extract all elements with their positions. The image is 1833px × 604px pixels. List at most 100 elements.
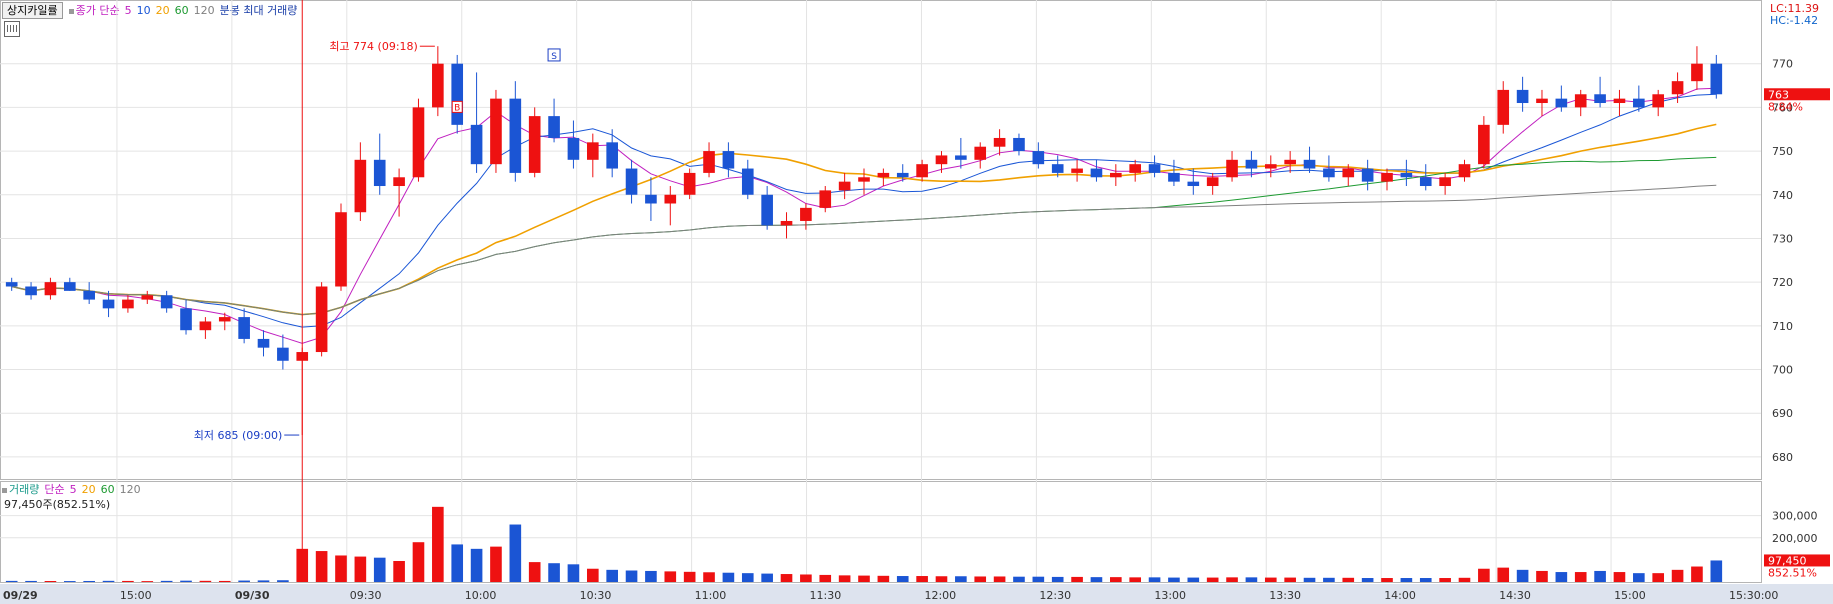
candle-body — [1342, 168, 1355, 178]
candle-body — [664, 194, 677, 204]
volume-bar — [993, 576, 1006, 582]
volume-bar — [955, 576, 967, 582]
candle-body — [800, 207, 812, 221]
volume-bar — [1381, 578, 1393, 582]
ma-10-line — [11, 93, 1717, 328]
candle-body — [470, 124, 483, 165]
volume-bar — [1439, 578, 1451, 582]
candle-body — [896, 172, 909, 178]
price-tick-label: 720 — [1772, 276, 1793, 289]
candle-body — [1148, 164, 1161, 173]
candle-body — [412, 107, 425, 178]
candle-body — [1594, 94, 1606, 104]
candle-body — [683, 172, 696, 195]
candle-body — [1555, 98, 1568, 108]
candle-body — [1071, 168, 1083, 173]
candle-body — [1691, 63, 1703, 82]
volume-bar — [1051, 576, 1064, 582]
volume-bar — [1574, 572, 1587, 582]
candle-body — [645, 194, 657, 204]
volume-bar — [490, 546, 502, 582]
price-tick-label: 710 — [1772, 320, 1793, 333]
volume-bar — [44, 581, 57, 582]
volume-bar — [509, 524, 522, 582]
candle-body — [548, 116, 560, 138]
candle-body — [1361, 168, 1374, 182]
candle-body — [393, 177, 405, 187]
main-legend-item[interactable]: 120 — [194, 4, 215, 17]
candle-body — [1284, 159, 1296, 165]
main-legend-item[interactable]: 종가 단순 — [76, 4, 120, 17]
volume-bar — [102, 580, 115, 582]
main-legend-item[interactable]: 10 — [137, 4, 151, 17]
candle-body — [1458, 164, 1471, 178]
ma-5-line — [11, 87, 1717, 344]
price-tick-label: 680 — [1772, 451, 1793, 464]
grid-toggle-icon[interactable] — [4, 21, 20, 37]
main-legend-item[interactable]: 5 — [125, 4, 132, 17]
candle-body — [1400, 172, 1413, 178]
candle-body — [373, 159, 386, 187]
time-axis-label: 13:30 — [1269, 589, 1301, 602]
candle-body — [296, 352, 309, 361]
time-axis-label: 10:30 — [580, 589, 612, 602]
volume-bar — [606, 569, 618, 582]
volume-bar — [567, 564, 580, 582]
volume-bar — [1245, 577, 1258, 582]
sell-marker-label: S — [551, 52, 557, 62]
candle-body — [1264, 164, 1277, 169]
volume-bar — [1361, 578, 1374, 582]
volume-bar — [1148, 577, 1161, 582]
volume-bar — [238, 580, 250, 582]
main-legend-item[interactable]: 분봉 최대 거래량 — [220, 4, 298, 17]
candle-body — [238, 317, 250, 339]
candle-body — [63, 282, 76, 291]
high-price-label: 최고 774 (09:18) — [329, 40, 418, 53]
volume-bar — [586, 568, 599, 582]
candle-body — [993, 137, 1006, 147]
candle-body — [315, 286, 328, 353]
volume-bar — [1071, 576, 1083, 582]
volume-legend-item[interactable]: 20 — [82, 483, 96, 496]
volume-bar — [160, 580, 173, 582]
volume-bar — [780, 574, 793, 582]
volume-legend-item[interactable]: 거래량 — [9, 483, 39, 496]
main-legend: 종가 단순 5 10 20 60 120 분봉 최대 거래량 — [68, 2, 303, 18]
price-tick-label: 770 — [1772, 58, 1793, 71]
volume-bar — [877, 575, 890, 582]
volume-bar — [122, 580, 134, 582]
main-legend-item[interactable]: 60 — [175, 4, 189, 17]
candle-body — [838, 181, 851, 191]
candlestick-chart[interactable]: 770760750740730720710700690680300,000200… — [0, 0, 1833, 604]
volume-bar — [741, 573, 754, 582]
time-axis-label: 13:00 — [1154, 589, 1186, 602]
price-tick-label: 730 — [1772, 232, 1793, 245]
main-legend-item[interactable]: 20 — [156, 4, 170, 17]
candle-body — [1439, 177, 1451, 187]
volume-bar — [1613, 572, 1626, 582]
volume-bar — [373, 557, 386, 582]
volume-legend-item[interactable]: 단순 — [44, 483, 64, 496]
candle-body — [1323, 168, 1335, 178]
volume-bar — [218, 580, 231, 582]
candle-body — [218, 317, 231, 322]
candle-body — [451, 63, 464, 125]
volume-bar — [974, 576, 987, 582]
candle-body — [44, 282, 57, 296]
chart-mode-button[interactable]: 상지카일률 — [2, 1, 63, 19]
volume-bar — [1342, 577, 1355, 582]
volume-legend-item[interactable]: 60 — [101, 483, 115, 496]
candle-body — [877, 172, 890, 178]
candle-body — [1536, 98, 1548, 104]
candle-body — [509, 98, 522, 173]
candle-body — [141, 295, 154, 300]
candle-body — [83, 290, 95, 300]
candle-body — [199, 321, 212, 331]
current-volume-label: 97,450 — [1768, 554, 1807, 567]
time-axis-label: 11:00 — [695, 589, 727, 602]
candle-body — [586, 142, 599, 160]
hc-label: HC:-1.42 — [1770, 14, 1819, 27]
volume-legend-item[interactable]: 5 — [70, 483, 77, 496]
volume-legend-item[interactable]: 120 — [120, 483, 141, 496]
candle-body — [1497, 89, 1510, 125]
